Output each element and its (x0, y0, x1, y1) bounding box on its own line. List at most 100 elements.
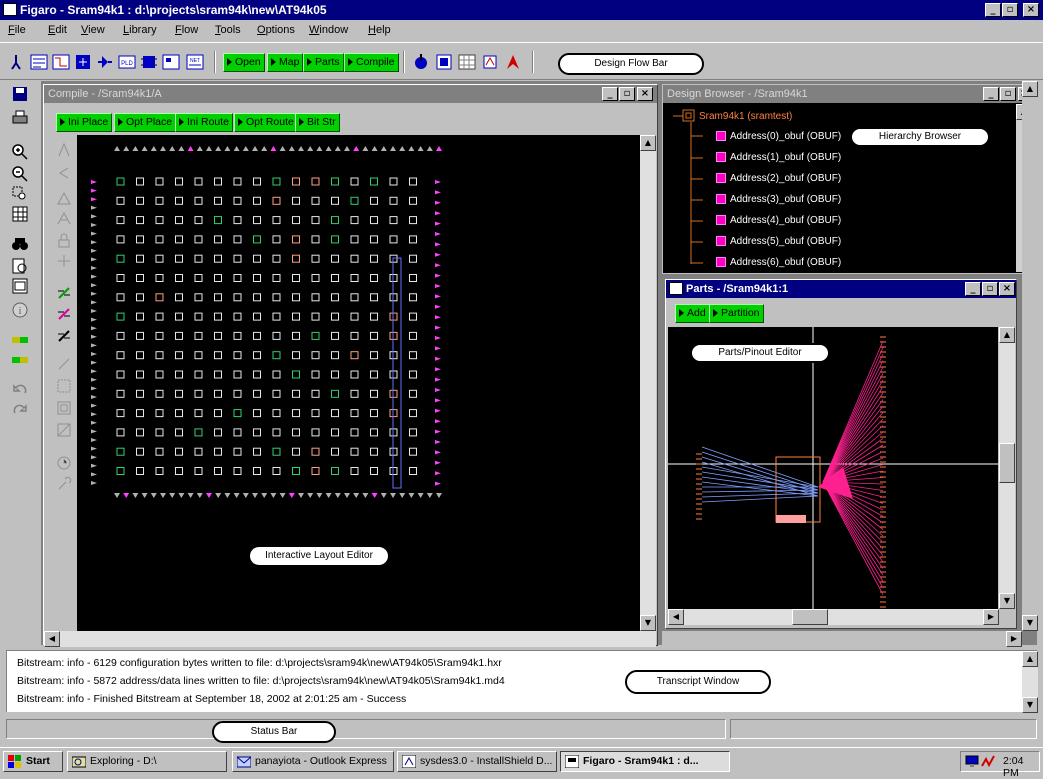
logic-cell[interactable] (311, 312, 320, 321)
parts-minimize-button[interactable]: _ (965, 282, 981, 296)
logic-cell[interactable] (194, 235, 203, 244)
logic-cell[interactable] (136, 274, 144, 282)
compile-close-button[interactable]: × (637, 87, 653, 101)
tree-item-address-6[interactable]: Address(6)_obuf (OBUF) (716, 256, 841, 270)
logic-cell[interactable] (233, 235, 242, 244)
logic-cell[interactable] (214, 216, 222, 225)
logic-cell[interactable] (272, 216, 281, 225)
logic-cell[interactable] (311, 177, 320, 186)
zoom-area-icon[interactable] (11, 185, 29, 203)
logic-cell[interactable] (194, 254, 203, 263)
logic-cell[interactable] (331, 331, 339, 340)
route-tool-icon[interactable] (56, 253, 72, 269)
logic-cell[interactable] (389, 196, 398, 205)
logic-cell[interactable] (233, 351, 242, 360)
flow-open-button[interactable]: Open (223, 53, 265, 72)
logic-cell[interactable] (175, 196, 183, 205)
logic-cell[interactable] (311, 428, 320, 437)
logic-cell[interactable] (409, 254, 417, 263)
logic-cell[interactable] (194, 370, 203, 379)
logic-cell[interactable] (214, 389, 222, 398)
logic-cell[interactable] (370, 293, 378, 302)
board-icon[interactable] (162, 53, 180, 71)
logic-cell[interactable] (233, 274, 242, 282)
logic-cell[interactable] (136, 254, 144, 263)
logic-cell[interactable] (253, 467, 261, 475)
logic-cell[interactable] (175, 389, 183, 398)
logic-cell[interactable] (155, 351, 164, 360)
logic-cell[interactable] (272, 351, 281, 360)
logic-cell[interactable] (194, 351, 203, 360)
logic-cell[interactable] (409, 389, 417, 398)
logic-cell[interactable] (272, 389, 281, 398)
logic-cell[interactable] (116, 312, 125, 321)
menu-view[interactable]: View (81, 24, 105, 36)
inspect-icon[interactable] (11, 257, 29, 275)
logic-cell[interactable] (350, 467, 359, 475)
logic-cell[interactable] (253, 293, 261, 302)
logic-cell[interactable] (233, 216, 242, 225)
logic-cell[interactable] (311, 274, 320, 282)
place-tool-icon[interactable] (56, 210, 72, 226)
logic-cell[interactable] (331, 351, 339, 360)
logic-cell[interactable] (370, 254, 378, 263)
logic-cell[interactable] (370, 235, 378, 244)
menu-library[interactable]: Library (123, 24, 157, 36)
mdi-scroll-down-button[interactable]: ▼ (1022, 615, 1038, 631)
logic-cell[interactable] (311, 351, 320, 360)
logic-cell[interactable] (175, 312, 183, 321)
cell-tool-icon[interactable] (56, 356, 72, 372)
logic-cell[interactable] (350, 389, 359, 398)
save-icon[interactable] (11, 85, 29, 103)
logic-cell[interactable] (214, 351, 222, 360)
parts-scroll-thumb[interactable] (999, 443, 1015, 483)
logic-cell[interactable] (136, 235, 144, 244)
logic-cell[interactable] (292, 467, 300, 475)
logic-cell[interactable] (331, 254, 339, 263)
logic-cell[interactable] (233, 177, 242, 186)
logic-cell[interactable] (194, 196, 203, 205)
tree-item-address-3[interactable]: Address(3)_obuf (OBUF) (716, 193, 841, 207)
logic-cell[interactable] (272, 447, 281, 456)
parts-canvas[interactable] (668, 327, 998, 609)
logic-cell[interactable] (253, 254, 261, 263)
logic-cell[interactable] (409, 177, 417, 186)
logic-cell[interactable] (233, 409, 242, 418)
logic-cell[interactable] (136, 196, 144, 205)
logic-cell[interactable] (253, 235, 261, 244)
logic-cell[interactable] (350, 409, 359, 418)
clock-tool-icon[interactable] (56, 455, 72, 471)
arrow-left-tool-icon[interactable] (56, 165, 72, 181)
logic-cell[interactable] (272, 196, 281, 205)
logic-cell[interactable] (389, 216, 398, 225)
logic-cell[interactable] (116, 177, 125, 186)
logic-cell[interactable] (155, 409, 164, 418)
chip-icon[interactable] (140, 53, 158, 71)
logic-cell[interactable] (370, 467, 378, 475)
logic-cell[interactable] (214, 409, 222, 418)
logic-cell[interactable] (155, 370, 164, 379)
logic-cell[interactable] (331, 312, 339, 321)
pld-icon[interactable]: PLD (118, 53, 136, 71)
logic-cell[interactable] (155, 177, 164, 186)
logic-cell[interactable] (233, 312, 242, 321)
logic-cell[interactable] (136, 177, 144, 186)
logic-cell[interactable] (292, 196, 300, 205)
logic-cell[interactable] (350, 428, 359, 437)
logic-cell[interactable] (409, 370, 417, 379)
logic-cell[interactable] (272, 467, 281, 475)
task-exploring[interactable]: Exploring - D:\ (67, 751, 227, 772)
tree-item-address-5[interactable]: Address(5)_obuf (OBUF) (716, 235, 841, 249)
logic-cell[interactable] (136, 293, 144, 302)
logic-cell[interactable] (136, 216, 144, 225)
logic-cell[interactable] (194, 428, 203, 437)
logic-cell[interactable] (214, 293, 222, 302)
logic-cell[interactable] (155, 293, 164, 302)
logic-cell[interactable] (175, 447, 183, 456)
logic-cell[interactable] (350, 370, 359, 379)
logic-cell[interactable] (331, 409, 339, 418)
logic-cell[interactable] (253, 331, 261, 340)
logic-cell[interactable] (116, 447, 125, 456)
logic-cell[interactable] (116, 254, 125, 263)
mdi-horizontal-scrollbar[interactable]: ▶ (662, 631, 1022, 647)
